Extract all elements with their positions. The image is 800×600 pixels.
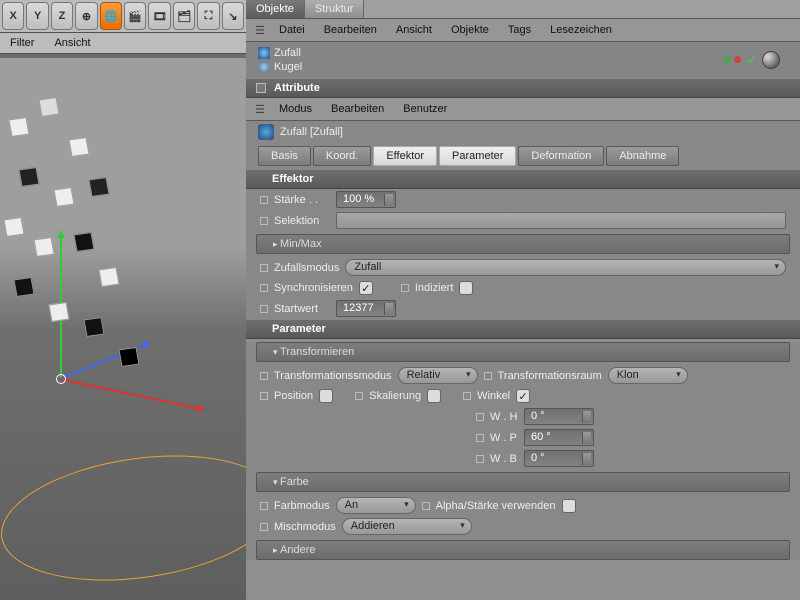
angle-label: Winkel bbox=[463, 390, 510, 402]
objects-menu: ☰ Datei Bearbeiten Ansicht Objekte Tags … bbox=[246, 19, 800, 42]
sphere-icon bbox=[258, 61, 270, 73]
axis-x-button[interactable]: X bbox=[2, 2, 24, 30]
menu-mode[interactable]: Modus bbox=[271, 100, 320, 118]
view-menu[interactable]: Ansicht bbox=[44, 33, 100, 53]
viewport[interactable] bbox=[0, 58, 246, 600]
world-button[interactable]: 🌐 bbox=[100, 2, 122, 30]
seed-label: Startwert bbox=[260, 303, 330, 315]
tab-koord[interactable]: Koord. bbox=[313, 146, 371, 166]
randmode-label: Zufallsmodus bbox=[260, 262, 339, 274]
colormode-label: Farbmodus bbox=[260, 500, 330, 512]
attribute-tabs: Basis Koord. Effektor Parameter Deformat… bbox=[246, 143, 800, 169]
wp-label: W . P bbox=[476, 432, 518, 444]
tab-deformation[interactable]: Deformation bbox=[518, 146, 604, 166]
transform-group[interactable]: Transformieren bbox=[256, 342, 790, 362]
menu-user[interactable]: Benutzer bbox=[395, 100, 455, 118]
angle-checkbox[interactable] bbox=[516, 389, 530, 403]
menu-view[interactable]: Ansicht bbox=[388, 21, 440, 39]
scale-label: Skalierung bbox=[355, 390, 421, 402]
axis-z-button[interactable]: Z bbox=[51, 2, 73, 30]
timeline-button[interactable]: 🎞 bbox=[148, 2, 170, 30]
minmax-group[interactable]: Min/Max bbox=[256, 234, 790, 254]
blend-label: Mischmodus bbox=[260, 521, 336, 533]
menu-icon[interactable]: ☰ bbox=[252, 103, 268, 116]
object-kugel[interactable]: Kugel bbox=[258, 60, 718, 74]
attribute-close-icon[interactable] bbox=[256, 83, 266, 93]
orbit-ring-icon bbox=[0, 439, 246, 597]
tmode-dropdown[interactable]: Relativ bbox=[398, 367, 478, 384]
axis-y-button[interactable]: Y bbox=[26, 2, 48, 30]
effector-icon bbox=[258, 124, 274, 140]
attribute-object-label: Zufall [Zufall] bbox=[280, 126, 343, 138]
scale-checkbox[interactable] bbox=[427, 389, 441, 403]
tspace-label: Transformationsraum bbox=[484, 370, 602, 382]
position-checkbox[interactable] bbox=[319, 389, 333, 403]
color-group[interactable]: Farbe bbox=[256, 472, 790, 492]
object-zufall[interactable]: Zufall bbox=[258, 46, 718, 60]
material-sphere-icon[interactable] bbox=[762, 51, 780, 69]
randmode-dropdown[interactable]: Zufall bbox=[345, 259, 786, 276]
menu-objects[interactable]: Objekte bbox=[443, 21, 497, 39]
menu-icon[interactable]: ☰ bbox=[252, 24, 268, 37]
menu-tags[interactable]: Tags bbox=[500, 21, 539, 39]
sync-checkbox[interactable] bbox=[359, 281, 373, 295]
tab-structure[interactable]: Struktur bbox=[305, 0, 365, 18]
tmode-label: Transformationssmodus bbox=[260, 370, 392, 382]
layout-c-button[interactable]: ↘ bbox=[222, 2, 244, 30]
main-toolbar: X Y Z ⊕ 🌐 🎬 🎞 🗂 ⛶ ↘ bbox=[0, 0, 246, 33]
tab-parameter[interactable]: Parameter bbox=[439, 146, 516, 166]
alpha-label: Alpha/Stärke verwenden bbox=[422, 500, 556, 512]
tab-abnahme[interactable]: Abnahme bbox=[606, 146, 679, 166]
axis-x-gizmo bbox=[60, 378, 197, 409]
sync-label: Synchronisieren bbox=[260, 282, 353, 294]
object-label: Kugel bbox=[274, 61, 302, 73]
parameter-header: Parameter bbox=[246, 319, 800, 339]
position-label: Position bbox=[260, 390, 313, 402]
effektor-header: Effektor bbox=[246, 169, 800, 189]
menu-file[interactable]: Datei bbox=[271, 21, 313, 39]
wb-label: W . B bbox=[476, 453, 518, 465]
wp-input[interactable]: 60 ° bbox=[524, 429, 594, 446]
object-state-icons: ✓ bbox=[724, 51, 788, 69]
tab-objects[interactable]: Objekte bbox=[246, 0, 305, 18]
indexed-label: Indiziert bbox=[401, 282, 454, 294]
attribute-menu: ☰ Modus Bearbeiten Benutzer bbox=[246, 98, 800, 121]
menu-edit[interactable]: Bearbeiten bbox=[316, 21, 385, 39]
layout-a-button[interactable]: 🗂 bbox=[173, 2, 195, 30]
tspace-dropdown[interactable]: Klon bbox=[608, 367, 688, 384]
alpha-checkbox[interactable] bbox=[562, 499, 576, 513]
objects-tabstrip: Objekte Struktur bbox=[246, 0, 800, 19]
menu-edit2[interactable]: Bearbeiten bbox=[323, 100, 392, 118]
tab-effektor[interactable]: Effektor bbox=[373, 146, 437, 166]
indexed-checkbox[interactable] bbox=[459, 281, 473, 295]
axis-center-button[interactable]: ⊕ bbox=[75, 2, 97, 30]
strength-input[interactable]: 100 % bbox=[336, 191, 396, 208]
layout-b-button[interactable]: ⛶ bbox=[197, 2, 219, 30]
other-group[interactable]: Andere bbox=[256, 540, 790, 560]
origin-icon bbox=[56, 374, 66, 384]
menu-bookmarks[interactable]: Lesezeichen bbox=[542, 21, 620, 39]
wh-input[interactable]: 0 ° bbox=[524, 408, 594, 425]
tab-basis[interactable]: Basis bbox=[258, 146, 311, 166]
effector-icon bbox=[258, 47, 270, 59]
seed-input[interactable]: 12377 bbox=[336, 300, 396, 317]
colormode-dropdown[interactable]: An bbox=[336, 497, 416, 514]
wh-label: W . H bbox=[476, 411, 518, 423]
filter-menu[interactable]: Filter bbox=[0, 33, 44, 53]
blend-dropdown[interactable]: Addieren bbox=[342, 518, 472, 535]
visibility-check-icon[interactable]: ✓ bbox=[747, 54, 756, 67]
record-button[interactable]: 🎬 bbox=[124, 2, 146, 30]
attribute-title: Attribute bbox=[274, 82, 320, 94]
selection-field[interactable] bbox=[336, 212, 786, 229]
selection-label: Selektion bbox=[260, 215, 330, 227]
strength-label: Stärke . . bbox=[260, 194, 330, 206]
wb-input[interactable]: 0 ° bbox=[524, 450, 594, 467]
object-label: Zufall bbox=[274, 47, 301, 59]
